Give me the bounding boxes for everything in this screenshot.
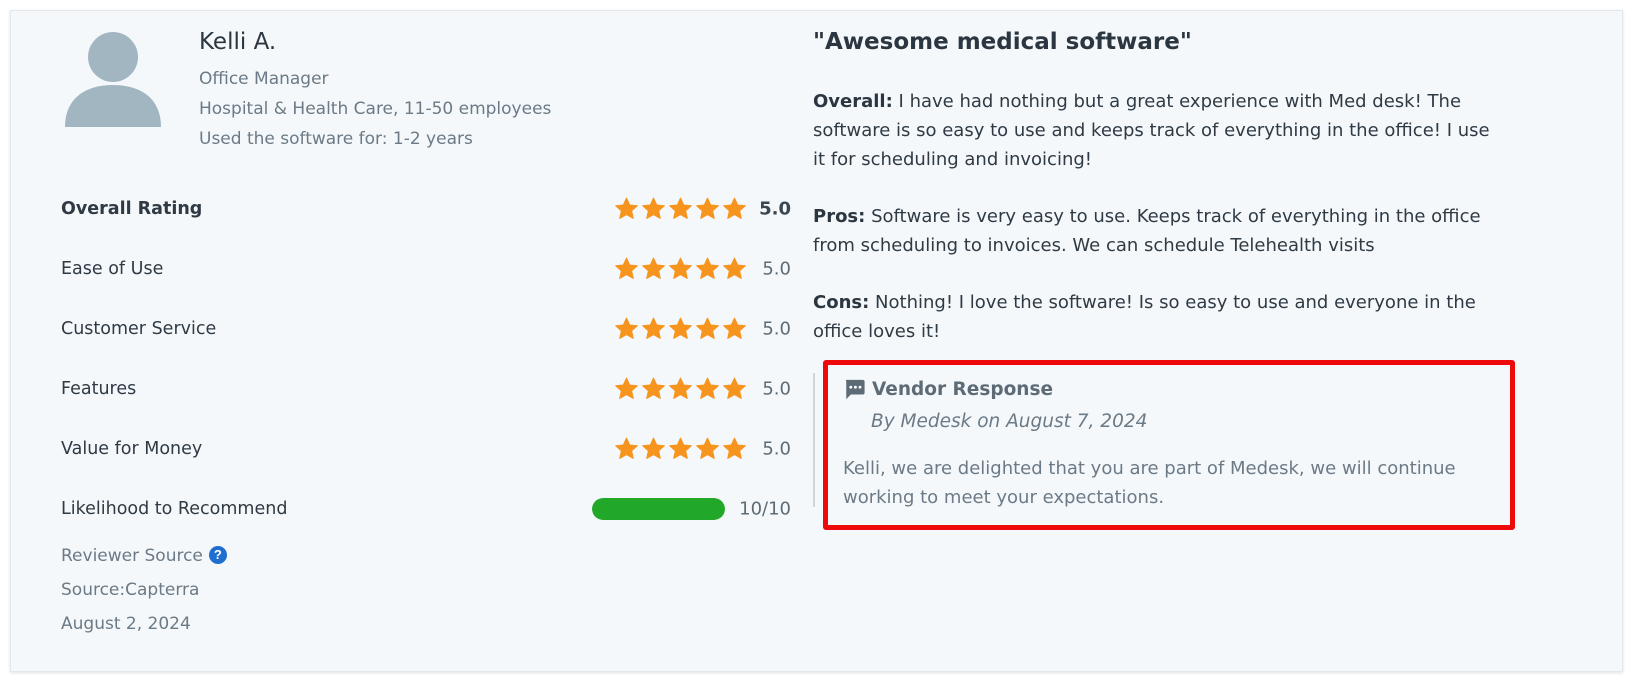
star-icon [669,317,692,339]
reviewer-source-label: Reviewer Source [61,546,203,566]
reviewer-role: Office Manager [199,69,329,89]
rating-score: 5.0 [762,378,791,400]
recommend-label: Likelihood to Recommend [61,499,288,519]
question-circle-icon[interactable]: ? [208,546,227,564]
star-icon [669,377,692,399]
star-icon [615,197,638,219]
star-icon [696,257,719,279]
reviewer-column: Kelli A. Office Manager Hospital & Healt… [11,11,791,671]
recommend-score: 10/10 [739,498,791,520]
reviewer-source: Reviewer Source? Source:Capterra August … [61,541,227,643]
star-icon [723,437,746,459]
vendor-byline: By Medesk on August 7, 2024 [871,411,1148,432]
rating-score: 5.0 [762,318,791,340]
star-icon [669,197,692,219]
rating-score: 5.0 [762,438,791,460]
rating-label: Customer Service [61,319,217,339]
chat-bubble-icon [846,379,865,400]
vendor-response: Vendor Response By Medesk on August 7, 2… [813,373,1503,508]
vendor-response-heading: Vendor Response [843,378,1053,400]
rating-score: 5.0 [762,258,791,280]
reviewer-usage: Used the software for: 1-2 years [199,129,473,149]
star-icon [669,437,692,459]
star-icon [723,317,746,339]
cons-text: Nothing! I love the software! Is so easy… [813,292,1476,342]
cons-label: Cons: [813,292,870,313]
rating-score: 5.0 [759,198,791,220]
rating-label: Ease of Use [61,259,164,279]
overall-label: Overall: [813,91,893,112]
rating-row: Features 5.0 [61,359,791,419]
star-icon [642,317,665,339]
rating-label: Features [61,379,137,399]
reviewer-company: Hospital & Health Care, 11-50 employees [199,99,552,119]
pros-paragraph: Pros: Software is very easy to use. Keep… [813,202,1503,260]
overall-text: I have had nothing but a great experienc… [813,91,1490,170]
star-icon [696,377,719,399]
star-rating [614,197,747,222]
star-rating [614,317,747,342]
cons-paragraph: Cons: Nothing! I love the software! Is s… [813,288,1503,346]
star-icon [696,437,719,459]
review-date: August 2, 2024 [61,614,191,634]
review-card: Kelli A. Office Manager Hospital & Healt… [10,10,1623,672]
star-icon [615,257,638,279]
star-icon [642,377,665,399]
review-title: "Awesome medical software" [813,29,1192,55]
rating-row: Overall Rating 5.0 [61,179,791,239]
reviewer-name: Kelli A. [199,29,277,55]
star-icon [642,257,665,279]
rating-row: Value for Money 5.0 [61,419,791,479]
star-icon [696,317,719,339]
source-text: Source:Capterra [61,580,200,600]
star-rating [614,377,747,402]
recommend-bar-fill [592,498,725,520]
pros-text: Software is very easy to use. Keeps trac… [813,206,1481,256]
ratings-list: Overall Rating 5.0 Ease of Use 5.0 Customer … [61,179,791,539]
star-icon [642,437,665,459]
pros-label: Pros: [813,206,866,227]
star-icon [723,197,746,219]
rating-row: Customer Service 5.0 [61,299,791,359]
star-icon [615,377,638,399]
rating-label: Overall Rating [61,199,203,219]
vendor-response-text: Kelli, we are delighted that you are par… [843,458,1456,508]
overall-paragraph: Overall: I have had nothing but a great … [813,87,1503,174]
star-icon [723,377,746,399]
star-icon [642,197,665,219]
reviewer-info: Kelli A. Office Manager Hospital & Healt… [199,29,551,154]
recommend-bar [592,498,725,520]
star-icon [723,257,746,279]
rating-label: Value for Money [61,439,203,459]
star-icon [669,257,692,279]
star-icon [615,317,638,339]
star-rating [614,257,747,282]
rating-row: Ease of Use 5.0 [61,239,791,299]
star-rating [614,437,747,462]
recommend-row: Likelihood to Recommend 10/10 [61,479,791,539]
avatar-icon [65,32,161,127]
star-icon [696,197,719,219]
star-icon [615,437,638,459]
vendor-response-title: Vendor Response [872,378,1054,400]
